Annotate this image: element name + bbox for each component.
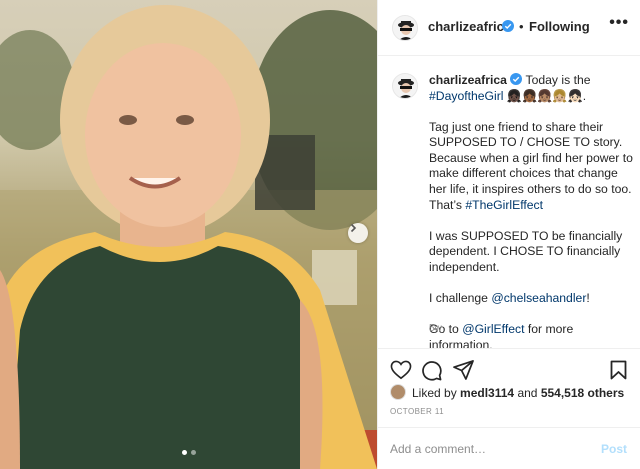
comment-bubble-icon[interactable] bbox=[421, 360, 442, 381]
post-date: OCTOBER 11 bbox=[390, 407, 444, 416]
likes-text: Liked by medl3114 and 554,518 others bbox=[412, 386, 624, 400]
following-button[interactable]: Following bbox=[529, 19, 590, 34]
caption-paragraph-1: Tag just one friend to share their SUPPO… bbox=[429, 120, 634, 214]
verified-badge-icon bbox=[510, 73, 523, 85]
caption-text: charlizeafrica Today is the #DayoftheGir… bbox=[429, 73, 634, 353]
caption-paragraph-2: I was SUPPOSED TO be financially depende… bbox=[429, 228, 623, 274]
mention-chelseahandler[interactable]: @chelseahandler bbox=[491, 291, 586, 305]
mention-girleffect[interactable]: @GirlEffect bbox=[462, 322, 524, 336]
likes-others-count[interactable]: 554,518 others bbox=[541, 386, 624, 400]
carousel-next-button[interactable] bbox=[348, 223, 368, 243]
avatar-image bbox=[393, 16, 417, 40]
likes-summary: Liked by medl3114 and 554,518 others bbox=[390, 384, 635, 402]
likes-and: and bbox=[517, 386, 538, 400]
caption-intro: Today is the bbox=[525, 73, 591, 87]
liker-avatar[interactable] bbox=[390, 384, 406, 400]
caption-p3-pre: I challenge bbox=[429, 291, 488, 306]
paper-plane-icon[interactable] bbox=[453, 360, 474, 380]
carousel-dots bbox=[0, 450, 377, 455]
heart-icon[interactable] bbox=[390, 360, 412, 380]
follow-separator: • bbox=[519, 19, 524, 34]
avatar-image bbox=[393, 74, 417, 98]
caption-p3-post: ! bbox=[586, 291, 590, 306]
caption-avatar[interactable] bbox=[392, 73, 418, 99]
hashtag-thegirleffect[interactable]: #TheGirlEffect bbox=[465, 198, 543, 212]
header-username[interactable]: charlizeafrica bbox=[428, 19, 511, 34]
post-photo[interactable] bbox=[0, 0, 377, 469]
caption-emojis: 👧🏿👧🏾👧🏽👧🏼👧🏻. bbox=[506, 88, 587, 103]
comment-bar: Post bbox=[378, 427, 640, 469]
liker-username[interactable]: medl3114 bbox=[460, 386, 514, 400]
photo-illustration bbox=[0, 5, 377, 469]
caption-paragraph-3: I challenge @chelseahandler! bbox=[429, 291, 634, 307]
likes-prefix: Liked by bbox=[412, 386, 457, 400]
caption-time-ago: 5w bbox=[429, 323, 442, 334]
post-caption: charlizeafrica Today is the #DayoftheGir… bbox=[378, 57, 640, 352]
chevron-right-icon bbox=[350, 223, 357, 233]
bookmark-icon[interactable] bbox=[610, 360, 627, 380]
caption-username[interactable]: charlizeafrica bbox=[429, 73, 507, 87]
hashtag-dayofthegirl[interactable]: #DayoftheGirl bbox=[429, 89, 504, 103]
carousel-dot-active[interactable] bbox=[181, 450, 187, 455]
avatar[interactable] bbox=[392, 15, 418, 41]
action-bar bbox=[378, 348, 640, 386]
post-comment-button[interactable]: Post bbox=[601, 442, 627, 456]
post-details-panel: charlizeafrica • Following ••• charlizea… bbox=[377, 0, 640, 469]
carousel-dot[interactable] bbox=[190, 450, 196, 455]
comment-input[interactable] bbox=[390, 439, 590, 459]
more-options-icon[interactable]: ••• bbox=[609, 14, 629, 32]
verified-badge-icon bbox=[502, 20, 514, 32]
post-header: charlizeafrica • Following ••• bbox=[378, 0, 640, 56]
